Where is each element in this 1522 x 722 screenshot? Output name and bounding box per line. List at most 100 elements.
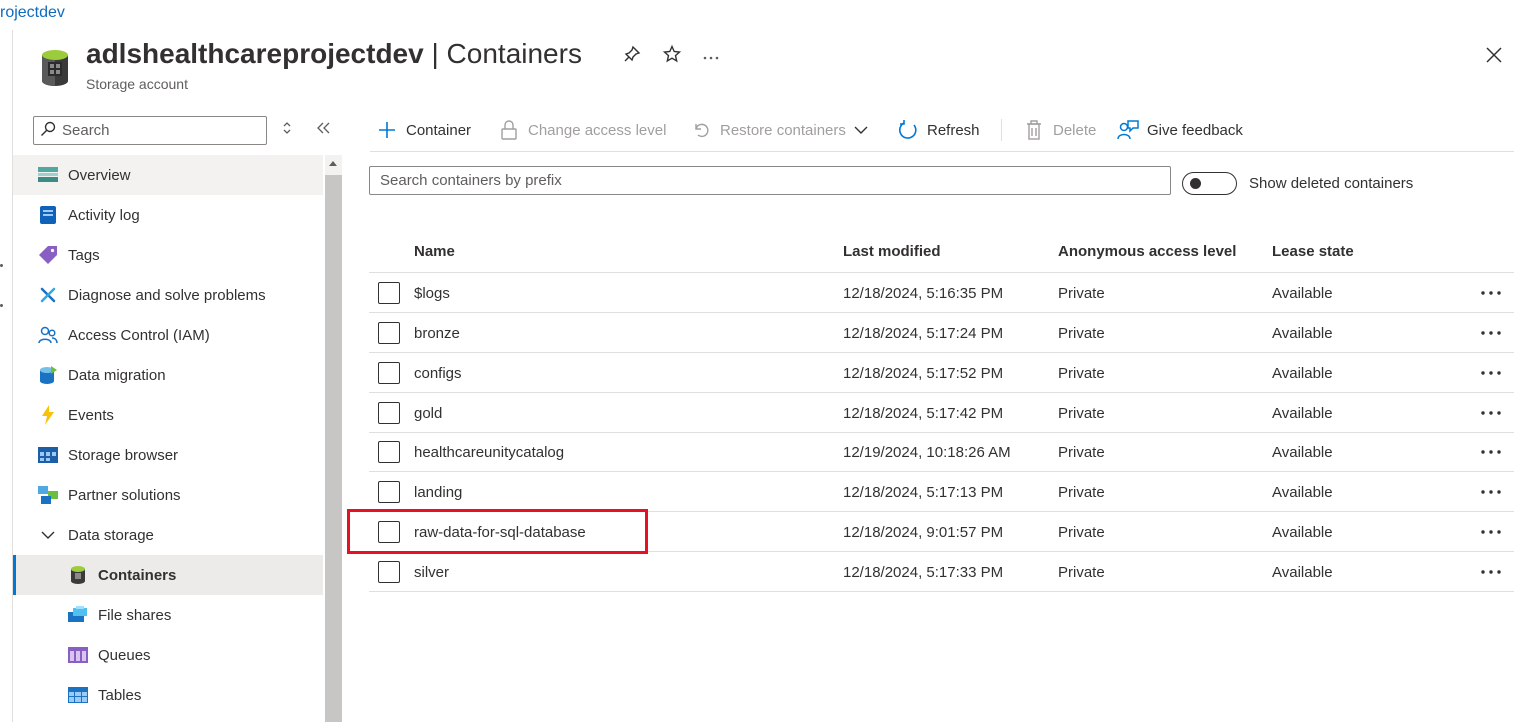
last-modified: 12/18/2024, 5:17:24 PM xyxy=(843,324,1004,342)
row-more-button[interactable] xyxy=(1477,561,1505,583)
ellipsis-icon xyxy=(1481,530,1501,534)
sort-toggle-button[interactable] xyxy=(277,120,297,140)
sidebar-item-queues[interactable]: Queues xyxy=(13,635,323,675)
row-more-button[interactable] xyxy=(1477,481,1505,503)
people-icon xyxy=(38,325,58,345)
row-more-button[interactable] xyxy=(1477,521,1505,543)
delete-button[interactable]: Delete xyxy=(1023,115,1096,145)
container-name[interactable]: healthcareunitycatalog xyxy=(414,432,564,472)
sidebar-search-input[interactable] xyxy=(62,122,252,139)
sidebar-item-label: Access Control (IAM) xyxy=(68,326,210,344)
container-name[interactable]: $logs xyxy=(414,273,450,313)
table-row[interactable]: gold 12/18/2024, 5:17:42 PM Private Avai… xyxy=(369,393,1514,433)
storage-browser-icon xyxy=(38,445,58,465)
sidebar-item-access-control[interactable]: Access Control (IAM) xyxy=(13,315,323,355)
sidebar-item-label: Overview xyxy=(68,166,131,184)
lease-state: Available xyxy=(1272,284,1333,302)
sidebar-item-containers[interactable]: Containers xyxy=(13,555,323,595)
change-access-level-button[interactable]: Change access level xyxy=(498,115,666,145)
row-checkbox[interactable] xyxy=(378,521,400,543)
ellipsis-icon xyxy=(1481,490,1501,494)
table-row[interactable]: silver 12/18/2024, 5:17:33 PM Private Av… xyxy=(369,552,1514,592)
row-checkbox[interactable] xyxy=(378,441,400,463)
breadcrumb[interactable]: rojectdev xyxy=(0,4,65,22)
container-name[interactable]: configs xyxy=(414,353,462,393)
access-level: Private xyxy=(1058,364,1105,382)
sidebar-item-label: Data storage xyxy=(68,526,154,544)
sidebar-item-diagnose[interactable]: Diagnose and solve problems xyxy=(13,275,323,315)
sidebar-item-partner-solutions[interactable]: Partner solutions xyxy=(13,475,323,515)
sidebar-item-file-shares[interactable]: File shares xyxy=(13,595,323,635)
last-modified: 12/19/2024, 10:18:26 AM xyxy=(843,443,1011,461)
table-row[interactable]: raw-data-for-sql-database 12/18/2024, 9:… xyxy=(369,512,1514,552)
row-checkbox[interactable] xyxy=(378,561,400,583)
row-checkbox[interactable] xyxy=(378,402,400,424)
row-more-button[interactable] xyxy=(1477,362,1505,384)
row-checkbox[interactable] xyxy=(378,481,400,503)
sidebar-search[interactable] xyxy=(33,116,267,145)
sidebar-item-label: Partner solutions xyxy=(68,486,181,504)
row-more-button[interactable] xyxy=(1477,322,1505,344)
table-row[interactable]: healthcareunitycatalog 12/19/2024, 10:18… xyxy=(369,432,1514,472)
row-more-button[interactable] xyxy=(1477,402,1505,424)
table-row[interactable]: configs 12/18/2024, 5:17:52 PM Private A… xyxy=(369,353,1514,393)
restore-containers-button[interactable]: Restore containers xyxy=(690,115,868,145)
sidebar-item-activity-log[interactable]: Activity log xyxy=(13,195,323,235)
scroll-up-icon[interactable] xyxy=(329,161,337,166)
close-button[interactable] xyxy=(1482,45,1506,69)
table-row[interactable]: landing 12/18/2024, 5:17:13 PM Private A… xyxy=(369,472,1514,512)
container-name[interactable]: landing xyxy=(414,472,462,512)
row-checkbox[interactable] xyxy=(378,282,400,304)
sidebar-item-overview[interactable]: Overview xyxy=(13,155,323,195)
sidebar-item-label: Tables xyxy=(98,686,142,704)
access-level: Private xyxy=(1058,324,1105,342)
collapse-sidebar-button[interactable] xyxy=(314,120,334,140)
sidebar-item-storage-browser[interactable]: Storage browser xyxy=(13,435,323,475)
favorite-button[interactable] xyxy=(660,44,684,68)
container-name[interactable]: silver xyxy=(414,552,449,592)
show-deleted-toggle[interactable] xyxy=(1182,172,1237,195)
delete-label: Delete xyxy=(1053,121,1097,139)
sidebar-item-label: Diagnose and solve problems xyxy=(68,286,266,304)
sidebar-item-data-migration[interactable]: Data migration xyxy=(13,355,323,395)
container-name[interactable]: gold xyxy=(414,393,442,433)
refresh-button[interactable]: Refresh xyxy=(897,115,980,145)
last-modified: 12/18/2024, 5:17:52 PM xyxy=(843,364,1004,382)
container-name[interactable]: raw-data-for-sql-database xyxy=(414,512,586,552)
table-row[interactable]: bronze 12/18/2024, 5:17:24 PM Private Av… xyxy=(369,313,1514,353)
wrench-icon xyxy=(38,285,58,305)
sidebar-item-events[interactable]: Events xyxy=(13,395,323,435)
sidebar-item-tables[interactable]: Tables xyxy=(13,675,323,715)
toggle-knob xyxy=(1190,178,1201,189)
sidebar-item-tags[interactable]: Tags xyxy=(13,235,323,275)
queues-icon xyxy=(68,645,88,665)
sidebar-item-label: Events xyxy=(68,406,114,424)
pin-button[interactable] xyxy=(620,44,644,68)
sidebar-group-data-storage[interactable]: Data storage xyxy=(13,515,323,555)
column-header-last-modified[interactable]: Last modified xyxy=(843,230,941,272)
container-name[interactable]: bronze xyxy=(414,313,460,353)
sidebar-item-label: Containers xyxy=(98,566,177,584)
row-checkbox[interactable] xyxy=(378,362,400,384)
table-row[interactable]: $logs 12/18/2024, 5:16:35 PM Private Ava… xyxy=(369,273,1514,313)
column-header-lease-state[interactable]: Lease state xyxy=(1272,230,1354,272)
give-feedback-button[interactable]: Give feedback xyxy=(1117,115,1243,145)
data-migration-icon xyxy=(38,365,58,385)
more-actions-button[interactable] xyxy=(699,44,723,68)
last-modified: 12/18/2024, 9:01:57 PM xyxy=(843,523,1004,541)
lightning-icon xyxy=(38,405,58,425)
column-header-access-level[interactable]: Anonymous access level xyxy=(1058,230,1236,272)
row-more-button[interactable] xyxy=(1477,282,1505,304)
ellipsis-icon xyxy=(1481,371,1501,375)
access-level: Private xyxy=(1058,284,1105,302)
last-modified: 12/18/2024, 5:17:42 PM xyxy=(843,404,1004,422)
column-header-name[interactable]: Name xyxy=(414,230,455,272)
sidebar-scrollbar[interactable] xyxy=(325,155,342,722)
add-container-button[interactable]: Container xyxy=(376,115,471,145)
row-more-button[interactable] xyxy=(1477,441,1505,463)
access-level: Private xyxy=(1058,443,1105,461)
scrollbar-thumb[interactable] xyxy=(325,175,342,722)
container-prefix-search-input[interactable] xyxy=(369,166,1171,195)
row-checkbox[interactable] xyxy=(378,322,400,344)
sidebar-item-label: Activity log xyxy=(68,206,140,224)
